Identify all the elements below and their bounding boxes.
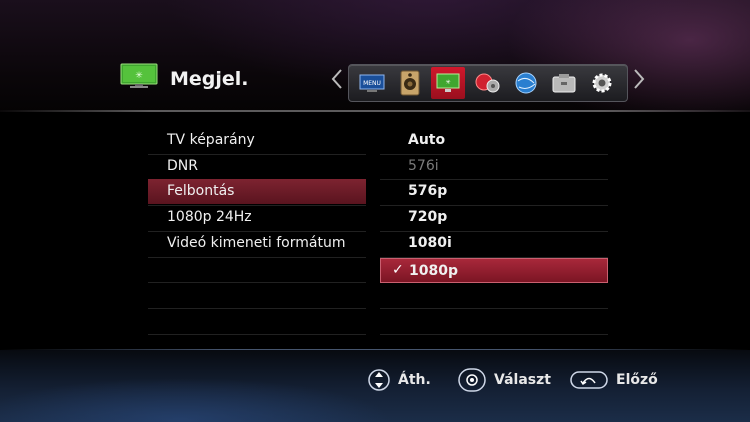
return-button-icon bbox=[570, 371, 608, 389]
menu-item[interactable]: DNR bbox=[148, 154, 366, 179]
resolution-option[interactable]: 1080i bbox=[380, 231, 608, 256]
menu-item[interactable]: TV képarány bbox=[148, 128, 366, 153]
enter-button-icon bbox=[458, 368, 486, 392]
resolution-option-label: 576i bbox=[408, 157, 439, 174]
resolution-option-label: 576p bbox=[408, 183, 448, 200]
menu-item[interactable]: Felbontás bbox=[148, 179, 366, 205]
network-globe-icon[interactable] bbox=[509, 67, 543, 99]
folder-other-icon[interactable] bbox=[547, 67, 581, 99]
lock-gear-icon[interactable] bbox=[471, 67, 505, 99]
move-hint: Áth. bbox=[368, 368, 431, 392]
resolution-option-label: 1080i bbox=[408, 234, 452, 251]
resolution-option[interactable]: Auto bbox=[380, 128, 608, 153]
row-divider bbox=[148, 282, 366, 284]
previous-category-arrow[interactable] bbox=[330, 68, 344, 90]
back-hint-label: Előző bbox=[616, 372, 658, 388]
gear-settings-icon[interactable] bbox=[585, 67, 619, 99]
page-title: Megjel. bbox=[170, 68, 249, 90]
checkmark-icon: ✓ bbox=[392, 261, 404, 278]
row-divider bbox=[148, 307, 366, 309]
row-divider bbox=[148, 256, 366, 258]
menu-item[interactable]: 1080p 24Hz bbox=[148, 205, 366, 230]
resolution-option[interactable]: 576p bbox=[380, 179, 608, 204]
row-divider bbox=[148, 333, 366, 335]
back-hint: Előző bbox=[570, 368, 658, 392]
speaker-audio-icon[interactable] bbox=[393, 67, 427, 99]
display-monitor-icon: ✳ bbox=[120, 63, 158, 89]
header-divider bbox=[0, 110, 750, 112]
arrow-updown-icon bbox=[368, 369, 390, 391]
resolution-option-label: 1080p bbox=[409, 262, 458, 279]
resolution-option-label: Auto bbox=[408, 132, 446, 148]
menu-item[interactable]: Videó kimeneti formátum bbox=[148, 231, 366, 256]
select-hint-label: Választ bbox=[494, 372, 551, 388]
row-divider bbox=[380, 307, 608, 309]
menu-item-label: DNR bbox=[167, 157, 198, 174]
resolution-option[interactable]: ✓ 1080p bbox=[380, 257, 608, 283]
svg-text:✳: ✳ bbox=[445, 79, 450, 86]
disc-menu-icon[interactable]: MENU bbox=[355, 67, 389, 99]
move-hint-label: Áth. bbox=[398, 372, 431, 388]
menu-item-label: Felbontás bbox=[167, 183, 235, 200]
display-tv-icon[interactable]: ✳ bbox=[431, 67, 465, 99]
resolution-option: 576i bbox=[380, 154, 608, 179]
svg-text:✳: ✳ bbox=[135, 71, 143, 81]
category-icon-strip: MENU ✳ bbox=[348, 64, 628, 102]
row-divider bbox=[380, 333, 608, 335]
menu-item-label: Videó kimeneti formátum bbox=[167, 234, 346, 251]
next-category-arrow[interactable] bbox=[632, 68, 646, 90]
resolution-option[interactable]: 720p bbox=[380, 205, 608, 230]
select-hint: Választ bbox=[458, 368, 551, 392]
menu-item-label: TV képarány bbox=[167, 132, 255, 148]
resolution-option-label: 720p bbox=[408, 209, 448, 226]
menu-item-label: 1080p 24Hz bbox=[167, 209, 252, 226]
svg-text:MENU: MENU bbox=[363, 80, 381, 87]
